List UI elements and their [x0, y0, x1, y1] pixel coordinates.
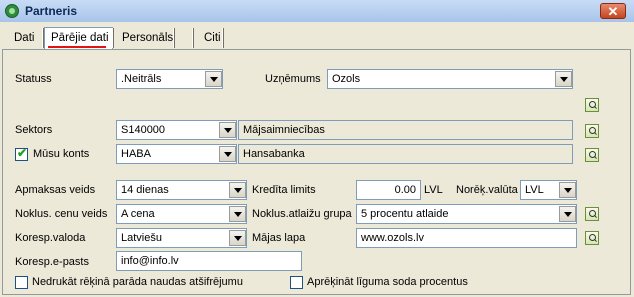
- majas-lapa-lookup-icon[interactable]: [585, 231, 599, 245]
- musu-konts-dropdown-button[interactable]: [219, 146, 236, 162]
- majas-lapa-input[interactable]: www.ozols.lv: [356, 228, 577, 248]
- noklus-atlaizu-grupa-label: Noklus.atlaižu grupa: [252, 208, 352, 220]
- musu-konts-label: Mūsu konts: [33, 148, 90, 160]
- apmaksas-veids-label: Apmaksas veids: [15, 184, 96, 196]
- apmaksas-veids-select[interactable]: 14 dienas: [116, 180, 247, 200]
- uznemums-label: Uzņēmums: [265, 73, 321, 85]
- title-bar: [0, 0, 634, 23]
- koresp-valoda-label: Koresp.valoda: [15, 232, 86, 244]
- norek-valuta-label: Norēķ.valūta: [456, 184, 518, 196]
- statuss-dropdown-button[interactable]: [205, 71, 222, 87]
- kredita-limits-label: Kredīta limits: [252, 184, 316, 196]
- norek-valuta-dropdown-button[interactable]: [559, 182, 576, 198]
- nedrukat-label: Nedrukāt rēķinā parāda naudas atšifrējum…: [32, 276, 243, 288]
- app-icon: [5, 4, 19, 18]
- noklus-cenu-veids-select[interactable]: A cena: [116, 204, 247, 224]
- aprekinat-label: Aprēķināt līguma soda procentus: [307, 276, 468, 288]
- close-button[interactable]: ✕: [600, 3, 626, 19]
- active-tab-underline: [48, 46, 106, 48]
- check-icon: ✔: [17, 146, 28, 160]
- tab-blank[interactable]: [179, 29, 187, 47]
- kredita-limits-input[interactable]: 0.00: [356, 180, 421, 200]
- tab-separator: [222, 28, 224, 48]
- uznemums-select[interactable]: Ozols: [327, 69, 573, 89]
- uznemums-lookup-icon[interactable]: [585, 98, 599, 112]
- sektors-name-field: Mājsaimniecības: [238, 120, 573, 140]
- tab-personals[interactable]: Personāls: [122, 29, 173, 47]
- uznemums-dropdown-button[interactable]: [555, 71, 572, 87]
- kredita-limits-unit: LVL: [424, 184, 443, 196]
- noklus-atlaizu-grupa-lookup-icon[interactable]: [585, 207, 599, 221]
- koresp-valoda-select[interactable]: Latviešu: [116, 228, 247, 248]
- koresp-epasts-input[interactable]: info@info.lv: [116, 251, 302, 271]
- apmaksas-veids-dropdown-button[interactable]: [229, 182, 246, 198]
- tab-dati[interactable]: Dati: [14, 29, 34, 47]
- nedrukat-checkbox[interactable]: [15, 276, 28, 289]
- noklus-cenu-veids-label: Noklus. cenu veids: [15, 208, 108, 220]
- window-title: Partneris: [25, 4, 78, 18]
- koresp-valoda-dropdown-button[interactable]: [229, 230, 246, 246]
- tab-separator: [173, 28, 175, 48]
- noklus-atlaizu-grupa-dropdown-button[interactable]: [559, 206, 576, 222]
- sektors-dropdown-button[interactable]: [219, 122, 236, 138]
- koresp-epasts-label: Koresp.e-pasts: [15, 256, 89, 268]
- musu-konts-name-field: Hansabanka: [238, 144, 573, 164]
- tab-citi[interactable]: Citi: [204, 29, 221, 47]
- noklus-atlaizu-grupa-select[interactable]: 5 procentu atlaide: [356, 204, 577, 224]
- tab-separator: [192, 28, 194, 48]
- sektors-label: Sektors: [15, 124, 53, 136]
- statuss-label: Statuss: [15, 73, 52, 85]
- musu-konts-lookup-icon[interactable]: [585, 148, 599, 162]
- majas-lapa-label: Mājas lapa: [252, 232, 306, 244]
- tab-separator: [112, 28, 114, 48]
- aprekinat-checkbox[interactable]: [290, 276, 303, 289]
- noklus-cenu-veids-dropdown-button[interactable]: [229, 206, 246, 222]
- sektors-lookup-icon[interactable]: [585, 124, 599, 138]
- tab-parejie-dati[interactable]: Pārējie dati: [51, 29, 109, 47]
- musu-konts-checkbox[interactable]: ✔: [15, 146, 28, 161]
